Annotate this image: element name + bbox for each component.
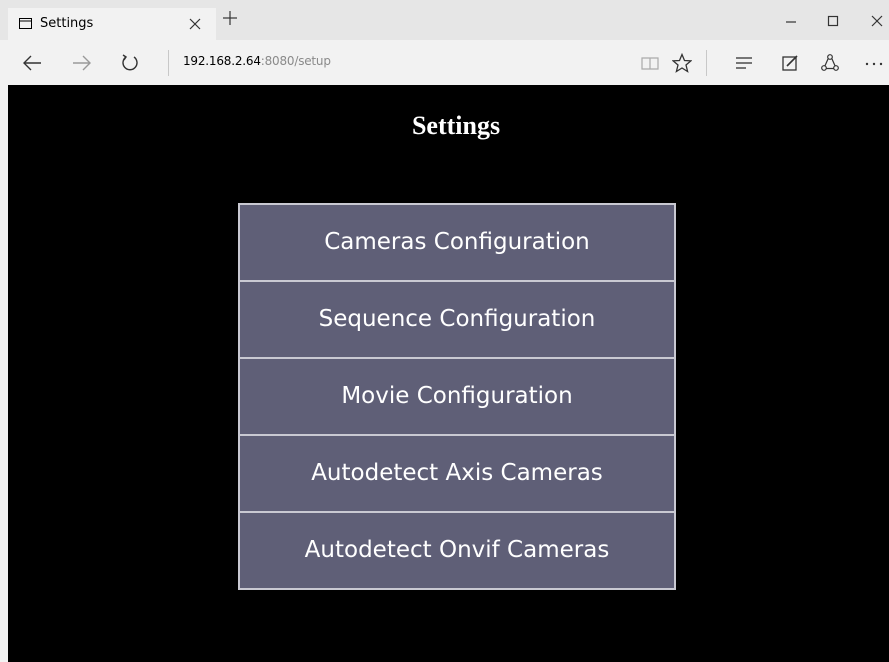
tab-strip: Settings [0, 0, 889, 40]
cameras-configuration-button[interactable]: Cameras Configuration [240, 205, 674, 280]
navigation-bar: 192.168.2.64:8080/setup [0, 40, 889, 85]
more-icon[interactable] [864, 53, 884, 73]
address-host: 192.168.2.64 [183, 54, 261, 68]
forward-icon[interactable] [72, 53, 92, 73]
page-title: Settings [411, 111, 501, 140]
sequence-configuration-button[interactable]: Sequence Configuration [240, 280, 674, 357]
window-close-icon[interactable] [870, 14, 884, 28]
share-icon[interactable] [820, 53, 840, 73]
tab-title: Settings [40, 16, 94, 31]
favorite-star-icon[interactable] [672, 53, 692, 73]
minimize-icon[interactable] [784, 14, 798, 28]
tab-settings[interactable]: Settings [8, 8, 216, 40]
address-separator [168, 50, 169, 76]
maximize-icon[interactable] [826, 14, 840, 28]
settings-menu: Cameras Configuration Sequence Configura… [238, 203, 676, 590]
close-icon[interactable] [188, 17, 202, 31]
movie-configuration-button[interactable]: Movie Configuration [240, 357, 674, 434]
hub-icon[interactable] [734, 53, 754, 73]
address-bar[interactable]: 192.168.2.64:8080/setup [183, 54, 331, 68]
back-icon[interactable] [22, 53, 42, 73]
tab-page-icon [19, 18, 32, 29]
page-content: Settings Cameras Configuration Sequence … [8, 85, 889, 662]
reading-view-icon[interactable] [640, 53, 660, 73]
toolbar-separator [706, 50, 707, 76]
autodetect-onvif-cameras-button[interactable]: Autodetect Onvif Cameras [240, 511, 674, 588]
web-note-icon[interactable] [780, 53, 800, 73]
plus-icon[interactable] [222, 10, 238, 26]
window-left-border [0, 85, 8, 662]
browser-window: Settings 192.168.2.64:8080/setup Setting… [0, 0, 889, 662]
address-path: :8080/setup [260, 54, 331, 68]
autodetect-axis-cameras-button[interactable]: Autodetect Axis Cameras [240, 434, 674, 511]
refresh-icon[interactable] [120, 53, 140, 73]
